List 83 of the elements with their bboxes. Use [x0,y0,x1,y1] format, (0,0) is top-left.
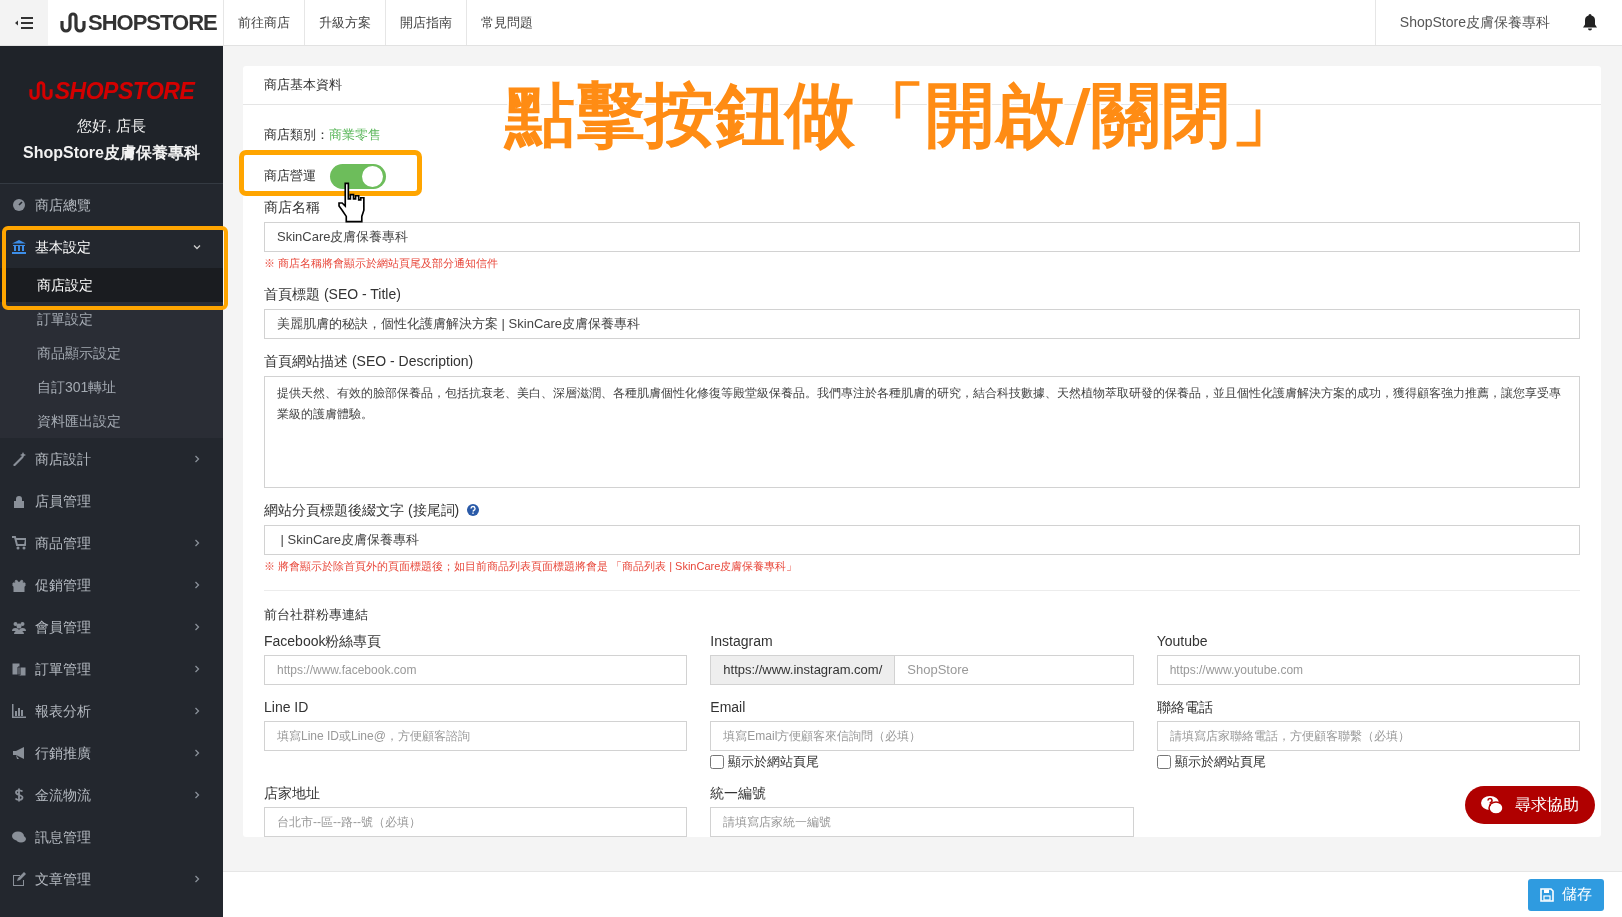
gift-icon [12,578,26,592]
edit-icon [12,872,26,886]
show-in-footer-checkbox[interactable] [1156,754,1171,769]
sidebar-item[interactable]: 基本設定 [0,226,223,268]
help-button[interactable]: 尋求協助 [1465,786,1595,824]
field-label: 首頁網站描述 (SEO - Description) [264,351,474,371]
menu-icon [15,16,33,29]
category-value: 商業零售 [329,126,381,145]
field-label: Email [710,697,747,717]
card-title: 商店基本資料 [264,76,342,95]
field-label: Line ID [264,697,310,717]
sidebar-subitem[interactable]: 商品顯示設定 [0,336,223,370]
chat-bubbles-icon [1481,795,1503,815]
text-field[interactable]: SkinCare皮膚保養專科 [264,222,1580,252]
text-field[interactable]: https://www.facebook.com [264,654,688,685]
field-label: Facebook粉絲專頁 [264,631,383,651]
field-label: 網站分頁標題後綴文字 (接尾詞) [264,500,460,520]
hint-text: ※ 將會顯示於除首頁外的頁面標題後；如目前商品列表頁面標題將會是 「商品列表 | SkinCare皮膚保養專科」 [264,558,799,574]
field-label: 聯絡電話 [1156,697,1214,717]
field-label: 首頁標題 (SEO - Title) [264,284,401,304]
logo-icon [60,10,86,35]
bank-icon [12,240,26,254]
users-icon [12,620,26,634]
sidebar-item[interactable]: 商店總覽 [0,184,223,226]
toggle-label: 商店營運 [264,167,316,186]
description-field[interactable]: 提供天然、有效的臉部保養品，包括抗衰老、美白、深層滋潤、各種肌膚個性化修復等殿堂級保養品。我們專注於各種肌膚的研究，結合科技數據、天然植物萃取研發的保養品，並且個性化護膚解決方案的成功，獲得顧客強力推薦，讓您享受專業級的護膚體驗。 [264,375,1580,488]
logo-text: SHOPSTORE [88,9,217,37]
nav-link[interactable]: 常見問題 [466,0,547,45]
sidebar-item[interactable]: 商店設計 [0,438,223,480]
sidebar-item[interactable]: 文章管理 [0,858,223,900]
text-field[interactable]: ShopStore [895,654,1134,685]
sidebar-item[interactable]: 行銷推廣 [0,732,223,774]
bell-icon [1582,14,1598,31]
sidebar-item[interactable]: 訊息管理 [0,816,223,858]
text-field[interactable]: | SkinCare皮膚保養專科 [264,524,1580,555]
store-open-toggle[interactable] [330,163,386,189]
field-label: Youtube [1156,631,1209,651]
text-field[interactable]: 台北市--區--路--號（必填） [264,806,688,837]
sidebar-subitem[interactable]: 資料匯出設定 [0,404,223,438]
dashboard-icon [12,198,26,212]
nav-link[interactable]: 升級方案 [304,0,385,45]
account-name[interactable]: ShopStore皮膚保養專科 [1375,0,1574,45]
annotation-text: 點擊按鈕做「開啟/關閉」 [505,73,1301,158]
cart-icon [12,536,26,550]
bar-chart-icon [12,704,26,718]
sidebar-subitem[interactable]: 自訂301轉址 [0,370,223,404]
sidebar-item[interactable]: 促銷管理 [0,564,223,606]
field-label: 商店名稱 [264,198,320,217]
magic-wand-icon [12,452,26,466]
sidebar-subitem[interactable]: 商店設定 [0,268,223,302]
field-label: Instagram [710,631,774,651]
megaphone-icon [12,746,26,760]
sidebar-item[interactable]: 商品管理 [0,522,223,564]
checkbox-label: 顯示於網站頁尾 [1174,752,1266,771]
field-label: 店家地址 [264,783,321,803]
text-field[interactable]: 填寫Email方便顧客來信詢問（必填） [710,720,1134,751]
show-in-footer-checkbox[interactable] [710,754,725,769]
text-field[interactable]: https://www.youtube.com [1156,654,1580,685]
text-field[interactable]: 美麗肌膚的秘訣，個性化護膚解決方案 | SkinCare皮膚保養專科 [264,308,1580,339]
sidebar-item[interactable]: 報表分析 [0,690,223,732]
sidebar-item[interactable]: 金流物流 [0,774,223,816]
nav-link[interactable]: 前往商店 [223,0,304,45]
sidebar-item[interactable]: 店員管理 [0,480,223,522]
section-title: 前台社群粉專連結 [264,606,369,624]
text-field[interactable]: 請填寫店家統一編號 [710,806,1134,837]
nav-link[interactable]: 開店指南 [385,0,466,45]
text-field[interactable]: 填寫Line ID或Line@，方便顧客諮詢 [264,720,688,751]
sidebar-item[interactable]: 會員管理 [0,606,223,648]
lock-icon [12,494,26,508]
dollar-icon [12,788,26,802]
hint-text: ※ 商店名稱將會顯示於網站頁尾及部分通知信件 [264,256,500,271]
field-label: 統一編號 [710,783,768,803]
greeting-text: 您好, 店長 [77,115,146,136]
field-label: 商店類別： [264,126,329,145]
text-field[interactable]: 請填寫店家聯絡電話，方便顧客聯繫（必填） [1156,720,1580,751]
sidebar-item[interactable]: 訂單管理 [0,648,223,690]
checkbox-label: 顯示於網站頁尾 [728,752,820,771]
url-prefix: https://www.instagram.com/ [710,654,896,685]
store-name-text: ShopStore皮膚保養專科 [23,143,200,163]
logo-text: SHOPSTORE [54,77,195,106]
sidebar-toggle-button[interactable] [0,0,48,45]
chat-icon [12,830,26,844]
copy-icon [12,662,26,676]
